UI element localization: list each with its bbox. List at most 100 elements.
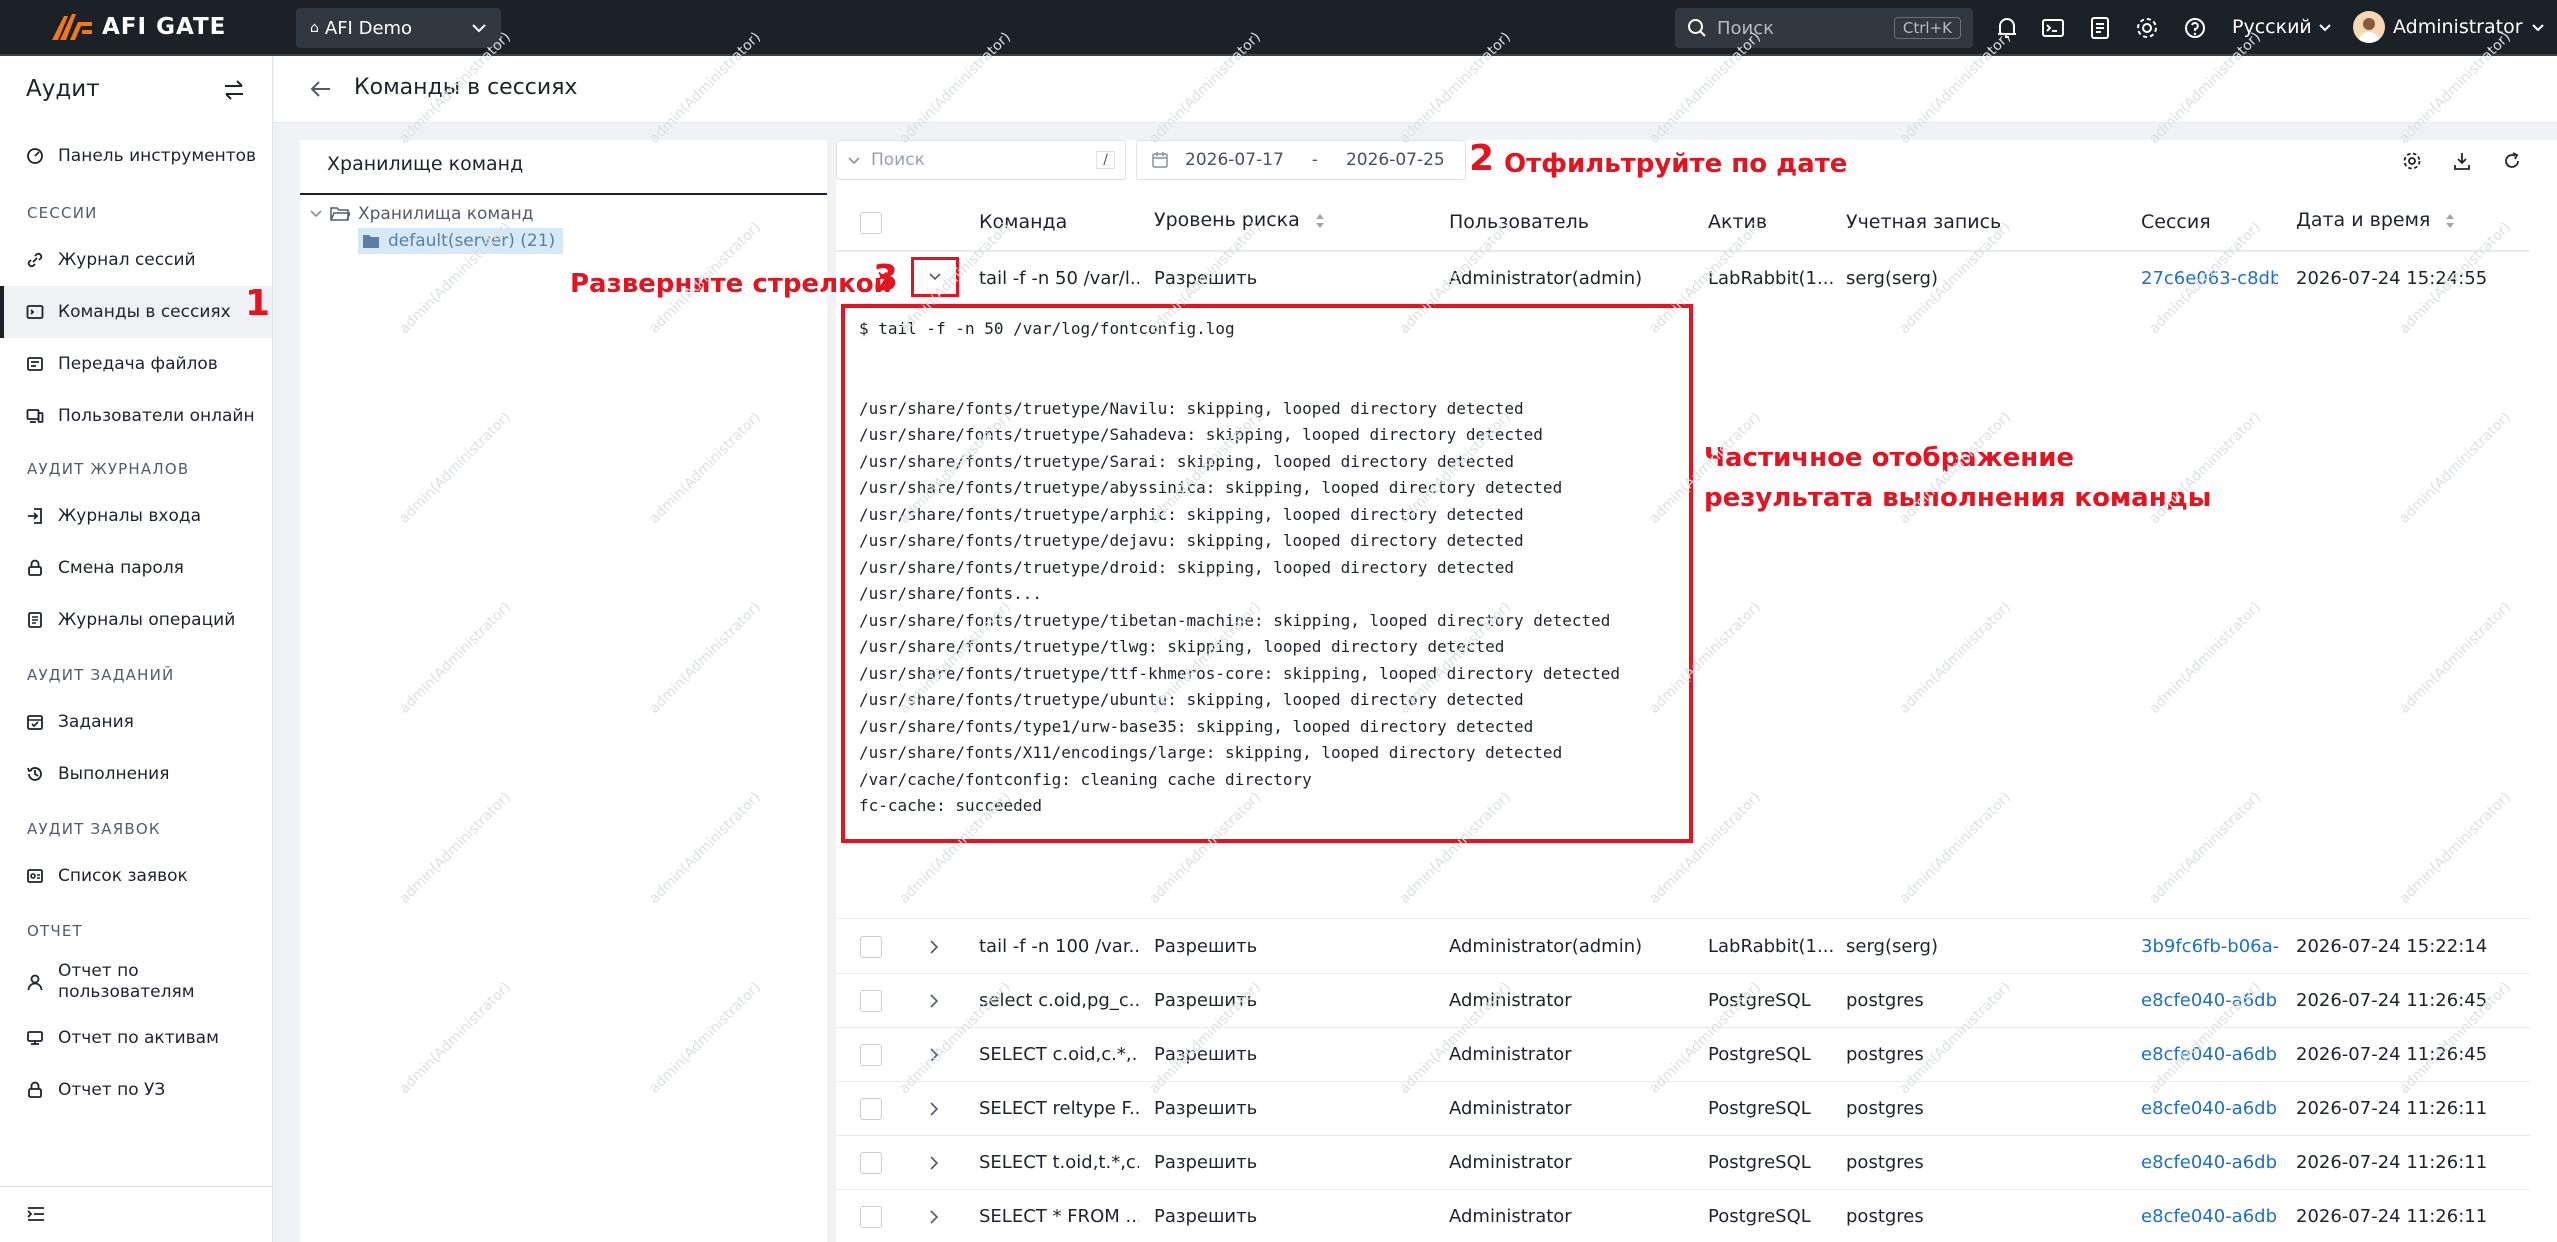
row-checkbox[interactable] xyxy=(860,990,882,1012)
col-session[interactable]: Сессия xyxy=(2141,211,2211,233)
storage-panel: Хранилище команд Хранилища команд defaul… xyxy=(300,140,827,1242)
sort-icon[interactable] xyxy=(2444,212,2456,230)
settings-icon[interactable] xyxy=(2402,151,2422,171)
select-all-checkbox[interactable] xyxy=(860,212,882,234)
page-title: Команды в сессиях xyxy=(354,75,578,100)
col-account[interactable]: Учетная запись xyxy=(1846,211,2001,233)
chevron-right-icon[interactable] xyxy=(929,1048,939,1062)
col-datetime[interactable]: Дата и время xyxy=(2296,209,2456,231)
collapse-menu-icon[interactable] xyxy=(26,1205,46,1223)
refresh-icon[interactable] xyxy=(2502,151,2522,171)
swap-icon[interactable] xyxy=(222,78,246,102)
org-selector[interactable]: ⌂ AFI Demo xyxy=(296,8,501,48)
cell-command: tail -f -n 100 /var... xyxy=(979,936,1139,957)
table-row[interactable]: SELECT * FROM ... Разрешить Administrator P… xyxy=(836,1190,2530,1242)
cell-user: Administrator(admin) xyxy=(1449,936,1643,957)
brand-logo[interactable]: AFI GATE xyxy=(48,10,226,44)
cell-asset: LabRabbit(1... xyxy=(1708,936,1835,957)
row-checkbox[interactable] xyxy=(860,1152,882,1174)
date-to[interactable]: 2026-07-25 xyxy=(1346,150,1445,170)
terminal-icon[interactable] xyxy=(2040,15,2066,41)
row-checkbox[interactable] xyxy=(860,1098,882,1120)
command-output: $ tail -f -n 50 /var/log/fontconfig.log … xyxy=(841,304,1693,843)
chevron-right-icon[interactable] xyxy=(929,1210,939,1224)
cell-account: postgres xyxy=(1846,1206,1924,1227)
cell-command: SELECT c.oid,c.*,... xyxy=(979,1044,1139,1065)
user-menu[interactable]: Administrator xyxy=(2353,11,2545,43)
cell-session-link[interactable]: e8cfe040-a6db-4 xyxy=(2141,1098,2278,1119)
date-range-picker[interactable]: 2026-07-17 - 2026-07-25 xyxy=(1136,140,1466,180)
sidebar-item-dashboard[interactable]: Панель инструментов xyxy=(0,130,272,182)
chevron-down-icon[interactable] xyxy=(310,210,322,218)
sidebar-item-executions[interactable]: Выполнения xyxy=(0,748,272,800)
help-icon[interactable] xyxy=(2182,15,2208,41)
download-icon[interactable] xyxy=(2452,151,2472,171)
bell-icon[interactable] xyxy=(1994,15,2020,41)
tab-command-storage[interactable]: Хранилище команд xyxy=(327,153,523,175)
sidebar-item-asset-report[interactable]: Отчет по активам xyxy=(0,1012,272,1064)
cell-session-link[interactable]: e8cfe040-a6db-4 xyxy=(2141,1044,2278,1065)
chevron-right-icon[interactable] xyxy=(929,1102,939,1116)
sidebar-item-jobs[interactable]: Задания xyxy=(0,696,272,748)
chevron-right-icon[interactable] xyxy=(929,994,939,1008)
cell-session-link[interactable]: 27c6e063-c8db- xyxy=(2141,268,2278,289)
sidebar-item-operation-logs[interactable]: Журналы операций xyxy=(0,594,272,646)
sidebar-item-file-transfer[interactable]: Передача файлов xyxy=(0,338,272,390)
table-row[interactable]: SELECT reltype F... Разрешить Administrato… xyxy=(836,1082,2530,1136)
sidebar-item-ticket-list[interactable]: Список заявок xyxy=(0,850,272,902)
sidebar-item-user-report[interactable]: Отчет по пользователям xyxy=(0,952,272,1012)
table-row[interactable]: tail -f -n 100 /var... Разрешить Administr… xyxy=(836,920,2530,974)
table-row[interactable]: select c.oid,pg_c... Разрешить Administrat… xyxy=(836,974,2530,1028)
cell-session-link[interactable]: e8cfe040-a6db-4 xyxy=(2141,1206,2278,1227)
sidebar-item-session-commands[interactable]: Команды в сессиях xyxy=(0,286,272,338)
table-row[interactable]: SELECT c.oid,c.*,... Разрешить Administrat… xyxy=(836,1028,2530,1082)
document-list-icon[interactable] xyxy=(2087,15,2113,41)
cell-user: Administrator xyxy=(1449,1152,1572,1173)
expand-toggle[interactable] xyxy=(911,257,959,297)
col-risk-label: Уровень риска xyxy=(1154,209,1300,231)
global-search[interactable]: Поиск Ctrl+K xyxy=(1675,8,1973,48)
col-user[interactable]: Пользователь xyxy=(1449,211,1589,233)
language-selector[interactable]: Русский xyxy=(2232,16,2332,38)
cell-asset: PostgreSQL xyxy=(1708,1206,1811,1227)
cell-command: select c.oid,pg_c... xyxy=(979,990,1139,1011)
col-command[interactable]: Команда xyxy=(979,211,1067,233)
cell-session-link[interactable]: e8cfe040-a6db-4 xyxy=(2141,1152,2278,1173)
chevron-down-icon[interactable] xyxy=(847,156,861,165)
cell-session-link[interactable]: e8cfe040-a6db-4 xyxy=(2141,990,2278,1011)
annotation-step-1: 1 xyxy=(245,283,271,324)
cell-session-link[interactable]: 3b9fc6fb-b06a-4 xyxy=(2141,936,2278,957)
gear-icon[interactable] xyxy=(2134,15,2160,41)
tree-node-storages[interactable]: Хранилища команд xyxy=(310,204,534,224)
search-input[interactable]: Поиск / xyxy=(836,140,1126,180)
annotation-line: результата выполнения команды xyxy=(1704,483,2212,513)
annotation-partial-output: Частичное отображение результата выполне… xyxy=(1704,438,2211,518)
col-asset[interactable]: Актив xyxy=(1708,211,1767,233)
chevron-down-icon[interactable] xyxy=(929,273,941,281)
sidebar-item-login-logs[interactable]: Журналы входа xyxy=(0,490,272,542)
cell-command: SELECT t.oid,t.*,c... xyxy=(979,1152,1139,1173)
sidebar-footer xyxy=(0,1186,272,1242)
cell-datetime: 2026-07-24 11:26:11 xyxy=(2296,1206,2488,1227)
row-checkbox[interactable] xyxy=(860,1206,882,1228)
chevron-right-icon[interactable] xyxy=(929,940,939,954)
tab-underline xyxy=(300,193,827,195)
cell-risk: Разрешить xyxy=(1154,1152,1258,1173)
tree-node-default-server[interactable]: default(server) (21) xyxy=(358,228,564,254)
col-risk[interactable]: Уровень риска xyxy=(1154,209,1326,231)
table-row-expanded[interactable]: tail -f -n 50 /var/l... Разрешить Admini… xyxy=(836,251,2530,297)
sidebar-item-online-users[interactable]: Пользователи онлайн xyxy=(0,390,272,442)
sort-icon[interactable] xyxy=(1314,212,1326,230)
search-icon xyxy=(1688,19,1706,37)
section-report: ОТЧЕТ xyxy=(27,922,83,940)
table-row[interactable]: SELECT t.oid,t.*,c... Разрешить Administra… xyxy=(836,1136,2530,1190)
back-arrow-icon[interactable] xyxy=(310,80,332,98)
chevron-right-icon[interactable] xyxy=(929,1156,939,1170)
sidebar-item-session-log[interactable]: Журнал сессий xyxy=(0,234,272,286)
date-from[interactable]: 2026-07-17 xyxy=(1185,150,1284,170)
sidebar-item-password-change[interactable]: Смена пароля xyxy=(0,542,272,594)
cell-datetime: 2026-07-24 11:26:11 xyxy=(2296,1152,2488,1173)
row-checkbox[interactable] xyxy=(860,1044,882,1066)
sidebar-item-account-report[interactable]: Отчет по УЗ xyxy=(0,1064,272,1116)
row-checkbox[interactable] xyxy=(860,936,882,958)
